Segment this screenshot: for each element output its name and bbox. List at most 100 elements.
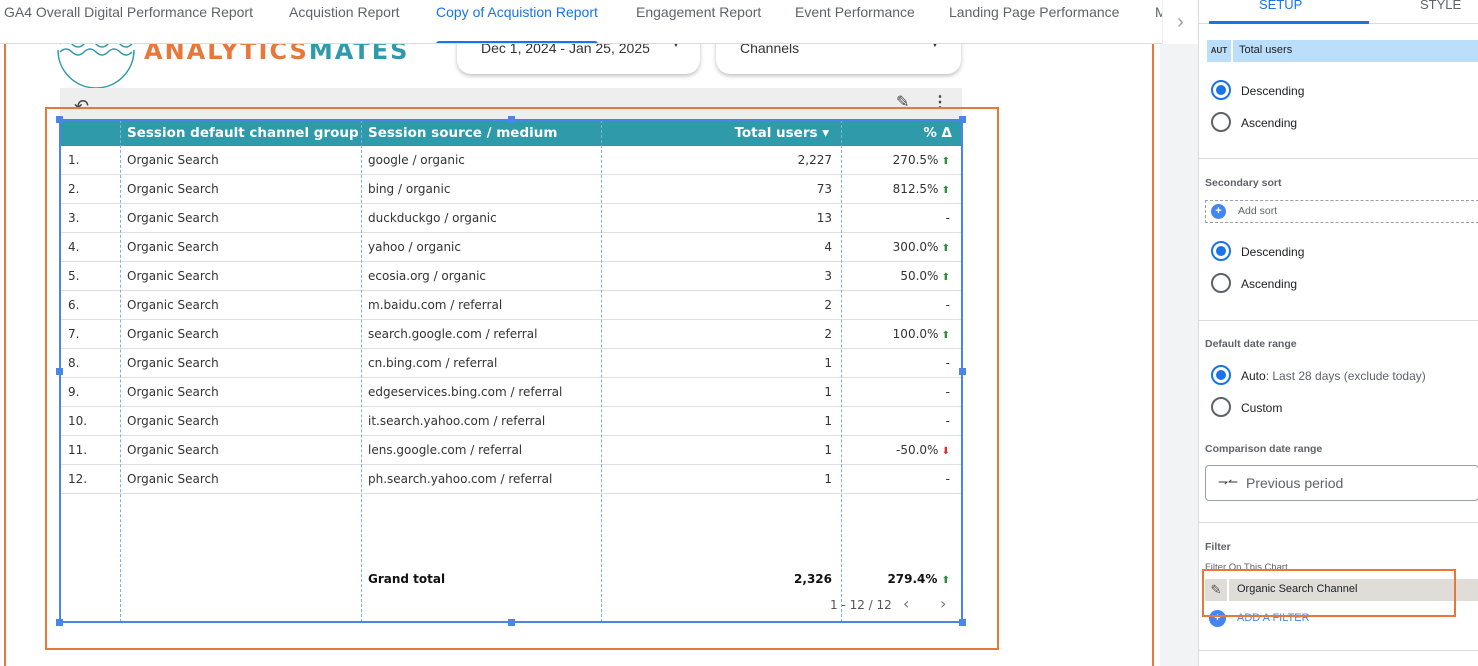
row-index: 2. bbox=[68, 182, 80, 196]
column-divider bbox=[601, 120, 602, 622]
table-row[interactable]: 12. Organic Search ph.search.yahoo.com / r… bbox=[60, 465, 962, 494]
table-row[interactable]: 8. Organic Search cn.bing.com / referral 1 - bbox=[60, 349, 962, 378]
tab-copy-of-acquisition-report[interactable]: Copy of Acquistion Report bbox=[436, 0, 598, 43]
pencil-icon[interactable]: ✎ bbox=[896, 92, 909, 112]
cell-percent-change: 300.0% ⬆ bbox=[893, 240, 950, 254]
row-index: 11. bbox=[68, 443, 88, 457]
tab-label: M bbox=[1155, 4, 1162, 20]
tab-label: Event Performance bbox=[795, 4, 915, 20]
cell-percent-change: 50.0% ⬆ bbox=[900, 269, 950, 283]
resize-handle-top[interactable] bbox=[508, 116, 515, 123]
tab-label: GA4 Overall Digital Performance Report bbox=[4, 4, 253, 20]
table-row[interactable]: 4. Organic Search yahoo / organic 4 300.0% ⬆ bbox=[60, 233, 962, 262]
date-range-custom-radio[interactable] bbox=[1211, 397, 1231, 417]
comparison-date-range-title: Comparison date range bbox=[1205, 443, 1323, 455]
tab-style[interactable]: STYLE bbox=[1420, 0, 1461, 12]
filter-subtitle: Filter On This Chart bbox=[1205, 562, 1288, 573]
cell-channel-group: Organic Search bbox=[127, 269, 219, 283]
percent-change-value: - bbox=[945, 414, 950, 428]
percent-change-value: 50.0% bbox=[900, 269, 939, 283]
cell-channel-group: Organic Search bbox=[127, 385, 219, 399]
table-row[interactable]: 11. Organic Search lens.google.com / refer… bbox=[60, 436, 962, 465]
resize-handle-left[interactable] bbox=[56, 368, 63, 375]
column-header-total-users[interactable]: Total users ▾ bbox=[734, 125, 829, 141]
table-row[interactable]: 6. Organic Search m.baidu.com / referral 2 - bbox=[60, 291, 962, 320]
date-range-auto-radio[interactable] bbox=[1211, 365, 1231, 385]
comparison-value: Previous period bbox=[1246, 475, 1344, 491]
cell-total-users: 4 bbox=[824, 240, 832, 254]
arrow-up-icon: ⬆ bbox=[938, 185, 950, 196]
tab-setup[interactable]: SETUP bbox=[1259, 0, 1302, 12]
undo-icon[interactable]: ↶ bbox=[74, 96, 89, 117]
cell-percent-change: 100.0% ⬆ bbox=[893, 327, 950, 341]
tab-label: Acquistion Report bbox=[289, 4, 400, 20]
table-header-row: Session default channel group Session so… bbox=[60, 120, 962, 146]
secondary-ascending-radio[interactable] bbox=[1211, 273, 1231, 293]
row-index: 4. bbox=[68, 240, 80, 254]
tab-landing-page-performance[interactable]: Landing Page Performance bbox=[949, 0, 1119, 43]
sort-descending-radio[interactable] bbox=[1211, 80, 1231, 100]
cell-source-medium: search.google.com / referral bbox=[368, 327, 538, 341]
table-row[interactable]: 3. Organic Search duckduckgo / organic 13 - bbox=[60, 204, 962, 233]
date-range-auto-detail: : Last 28 days (exclude today) bbox=[1265, 369, 1426, 383]
tabs-scroll-right-button[interactable]: › bbox=[1162, 0, 1198, 44]
table-row[interactable]: 1. Organic Search google / organic 2,227 270… bbox=[60, 146, 962, 175]
cell-total-users: 1 bbox=[824, 414, 832, 428]
percent-change-value: 812.5% bbox=[892, 182, 939, 196]
page-boundary-left bbox=[4, 44, 6, 666]
report-page-tabs: GA4 Overall Digital Performance Report A… bbox=[0, 0, 1162, 44]
pagination-label: 1 - 12 / 12 bbox=[830, 598, 892, 612]
cell-channel-group: Organic Search bbox=[127, 298, 219, 312]
tab-ga4-overall[interactable]: GA4 Overall Digital Performance Report bbox=[4, 0, 253, 43]
cell-total-users: 13 bbox=[816, 211, 832, 225]
prev-page-button[interactable]: ‹ bbox=[903, 594, 909, 613]
percent-change-value: 270.5% bbox=[892, 153, 939, 167]
column-header-percent-change[interactable]: % Δ bbox=[923, 125, 952, 141]
table-row[interactable]: 9. Organic Search edgeservices.bing.com / … bbox=[60, 378, 962, 407]
next-page-button[interactable]: › bbox=[940, 594, 946, 613]
column-divider bbox=[120, 120, 121, 622]
table-row[interactable]: 5. Organic Search ecosia.org / organic 3 50.… bbox=[60, 262, 962, 291]
plus-icon[interactable]: + bbox=[1209, 610, 1226, 627]
cell-total-users: 1 bbox=[824, 385, 832, 399]
data-table[interactable]: Session default channel group Session so… bbox=[60, 120, 962, 622]
table-row[interactable]: 7. Organic Search search.google.com / refe… bbox=[60, 320, 962, 349]
tab-overflow[interactable]: M bbox=[1155, 0, 1162, 43]
cell-source-medium: yahoo / organic bbox=[368, 240, 461, 254]
comparison-date-range-select[interactable]: ⇁↼ Previous period bbox=[1205, 465, 1478, 501]
tab-event-performance[interactable]: Event Performance bbox=[795, 0, 915, 43]
row-index: 6. bbox=[68, 298, 80, 312]
add-sort-button[interactable]: + Add sort bbox=[1205, 200, 1478, 223]
row-index: 7. bbox=[68, 327, 80, 341]
pencil-icon[interactable]: ✎ bbox=[1205, 579, 1229, 601]
resize-handle-bottom-left[interactable] bbox=[56, 619, 63, 626]
cell-source-medium: cn.bing.com / referral bbox=[368, 356, 498, 370]
table-row[interactable]: 10. Organic Search it.search.yahoo.com / r… bbox=[60, 407, 962, 436]
sort-field-name: Total users bbox=[1239, 44, 1293, 56]
percent-change-value: 100.0% bbox=[892, 327, 939, 341]
cell-channel-group: Organic Search bbox=[127, 472, 219, 486]
column-header-channel-group[interactable]: Session default channel group bbox=[127, 125, 359, 141]
resize-handle-top-right[interactable] bbox=[959, 116, 966, 123]
resize-handle-bottom-right[interactable] bbox=[959, 619, 966, 626]
column-header-source-medium[interactable]: Session source / medium bbox=[368, 125, 557, 141]
table-row[interactable]: 2. Organic Search bing / organic 73 812.5% ⬆ bbox=[60, 175, 962, 204]
percent-change-value: - bbox=[945, 298, 950, 312]
more-vert-icon[interactable]: ⋮ bbox=[932, 92, 948, 112]
cell-total-users: 1 bbox=[824, 472, 832, 486]
tab-engagement-report[interactable]: Engagement Report bbox=[636, 0, 761, 43]
cell-percent-change: - bbox=[946, 298, 950, 312]
sort-ascending-radio[interactable] bbox=[1211, 112, 1231, 132]
secondary-descending-radio[interactable] bbox=[1211, 241, 1231, 261]
resize-handle-bottom[interactable] bbox=[508, 619, 515, 626]
resize-handle-top-left[interactable] bbox=[56, 116, 63, 123]
canvas-gutter bbox=[1160, 44, 1198, 666]
properties-panel: SETUP STYLE AUT Total users Descending A… bbox=[1198, 0, 1478, 666]
resize-handle-right[interactable] bbox=[959, 368, 966, 375]
filter-chip-organic-search[interactable]: ✎ Organic Search Channel bbox=[1205, 579, 1478, 601]
grand-total-users: 2,326 bbox=[794, 572, 832, 586]
add-filter-button[interactable]: ADD A FILTER bbox=[1237, 612, 1310, 624]
sort-field-chip[interactable]: AUT Total users bbox=[1207, 40, 1478, 62]
cell-channel-group: Organic Search bbox=[127, 153, 219, 167]
tab-acquisition-report[interactable]: Acquistion Report bbox=[289, 0, 400, 43]
